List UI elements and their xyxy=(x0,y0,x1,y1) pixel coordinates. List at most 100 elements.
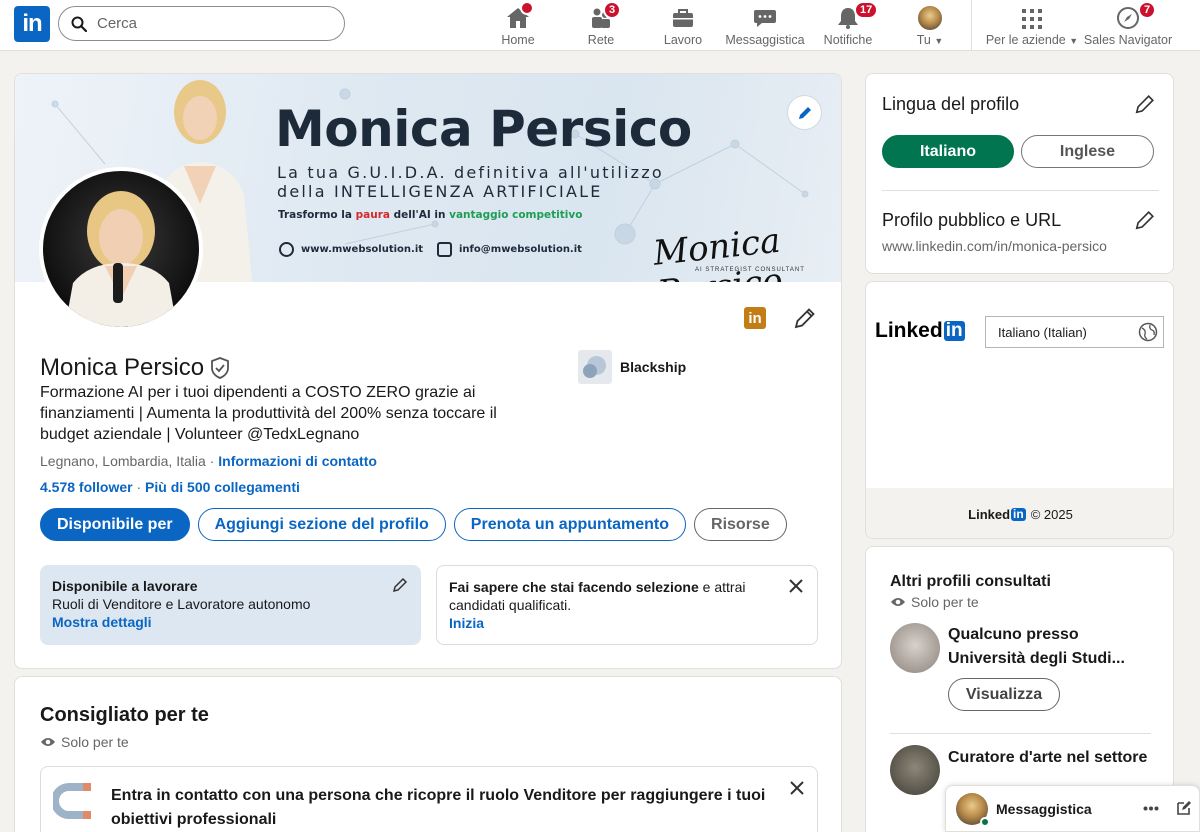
close-icon[interactable] xyxy=(790,781,804,795)
language-select[interactable]: Italiano (Italian) xyxy=(985,316,1164,348)
compose-icon[interactable] xyxy=(1176,800,1192,816)
open-to-work-roles: Ruoli di Venditore e Lavoratore autonomo xyxy=(52,596,311,612)
messaging-overlay[interactable]: Messaggistica xyxy=(945,785,1200,832)
search-bar[interactable] xyxy=(58,6,345,41)
nav-messaging[interactable]: Messaggistica xyxy=(723,3,807,48)
footer-linked: Linked xyxy=(968,506,1011,522)
compass-icon xyxy=(1117,7,1139,29)
pencil-icon[interactable] xyxy=(1134,209,1156,231)
pencil-icon xyxy=(794,308,815,329)
pencil-icon xyxy=(798,106,811,119)
public-profile-title: Profilo pubblico e URL xyxy=(882,210,1062,230)
person-avatar[interactable] xyxy=(890,745,940,795)
linkedin-learning-icon[interactable]: in xyxy=(744,307,766,329)
other-profiles-title: Altri profili consultati xyxy=(890,573,1051,590)
company-logo xyxy=(578,350,612,384)
top-nav: in Home 3 Rete Lavoro Messaggistica 1 xyxy=(0,0,1200,51)
other-profiles-sub-row: Solo per te xyxy=(890,594,979,610)
edit-banner-button[interactable] xyxy=(788,96,821,129)
footer-copyright: © 2025 xyxy=(1030,506,1073,522)
connections-separator: · xyxy=(132,479,146,495)
linkedin-logo-icon[interactable]: in xyxy=(14,6,50,42)
current-company[interactable]: Blackship xyxy=(578,350,686,384)
avatar-portrait xyxy=(65,191,177,327)
divider xyxy=(882,190,1159,191)
person-name[interactable]: Qualcuno presso Università degli Studi..… xyxy=(948,623,1153,671)
banner-sub-b: paura xyxy=(355,209,390,221)
person-avatar[interactable] xyxy=(890,623,940,673)
banner-signature-sub: AI STRATEGIST CONSULTANT xyxy=(695,267,805,273)
profile-name: Monica Persico xyxy=(40,354,205,381)
contact-info-link[interactable]: Informazioni di contatto xyxy=(218,453,377,469)
globe-icon xyxy=(1138,322,1158,342)
nav-jobs[interactable]: Lavoro xyxy=(662,3,704,48)
more-options-icon[interactable] xyxy=(1143,806,1159,811)
nav-me-label: Tu xyxy=(916,33,931,47)
connections-link[interactable]: Più di 500 collegamenti xyxy=(145,479,300,495)
profile-language-title: Lingua del profilo xyxy=(882,94,1020,114)
followers-link[interactable]: 4.578 follower xyxy=(40,479,133,495)
banner-email: info@mwebsolution.it xyxy=(437,242,582,257)
chat-icon xyxy=(754,10,776,27)
pencil-icon[interactable] xyxy=(392,577,408,593)
nav-network[interactable]: 3 Rete xyxy=(586,1,622,48)
banner-subtitle: Trasformo la paura dell'AI in vantaggio … xyxy=(278,209,582,221)
location-separator: · xyxy=(205,453,219,469)
recommended-title: Consigliato per te xyxy=(40,704,209,726)
nav-me[interactable]: Tu ▼ xyxy=(913,3,947,48)
public-profile-url: www.linkedin.com/in/monica-persico xyxy=(882,238,1107,254)
resources-button[interactable]: Risorse xyxy=(694,508,787,541)
eye-icon xyxy=(41,738,55,746)
nav-sales-navigator[interactable]: 7 Sales Navigator xyxy=(1082,1,1174,48)
nav-business-label: Per le aziende xyxy=(985,33,1066,47)
profile-connections-row: 4.578 follower · Più di 500 collegamenti xyxy=(40,479,300,495)
profile-actions: Disponibile per Aggiungi sezione del pro… xyxy=(40,508,787,541)
language-italian-button[interactable]: Italiano xyxy=(882,135,1014,168)
divider xyxy=(890,733,1151,734)
book-appointment-button[interactable]: Prenota un appuntamento xyxy=(453,508,687,541)
nav-business-label-wrap: Per le aziende ▼ xyxy=(986,33,1078,47)
banner-website-text: www.mwebsolution.it xyxy=(301,244,424,255)
recommended-sub-row: Solo per te xyxy=(40,734,129,750)
other-profiles-sub: Solo per te xyxy=(911,594,979,610)
profile-name-wrap: Monica Persico xyxy=(40,354,230,382)
nav-avatar xyxy=(918,6,942,30)
pencil-icon[interactable] xyxy=(1134,93,1156,115)
profile-settings-card: Lingua del profilo Italiano Inglese Prof… xyxy=(865,73,1174,274)
home-notification-dot xyxy=(520,1,534,15)
footer-in: in xyxy=(1011,506,1026,521)
company-name: Blackship xyxy=(620,359,687,375)
nav-home[interactable]: Home xyxy=(500,1,536,48)
messaging-title: Messaggistica xyxy=(996,801,1092,817)
notifications-badge: 17 xyxy=(854,1,879,19)
person-name[interactable]: Curatore d'arte nel settore xyxy=(948,746,1153,770)
close-icon[interactable] xyxy=(789,579,803,593)
banner-sub-c: dell'AI in xyxy=(389,209,450,221)
nav-messaging-label: Messaggistica xyxy=(725,33,805,47)
profile-location-row: Legnano, Lombardia, Italia · Informazion… xyxy=(40,453,377,469)
nav-for-business[interactable]: Per le aziende ▼ xyxy=(984,3,1080,48)
banner-name: Monica Persico xyxy=(275,100,692,158)
banner-email-text: info@mwebsolution.it xyxy=(459,244,582,255)
banner-tagline-1: La tua G.U.I.D.A. definitiva all'utilizz… xyxy=(277,163,664,182)
start-hiring-link[interactable]: Inizia xyxy=(449,615,484,631)
language-english-button[interactable]: Inglese xyxy=(1021,135,1154,168)
open-to-work-box: Disponibile a lavorare Ruoli di Venditor… xyxy=(40,565,421,645)
recommended-sub: Solo per te xyxy=(61,734,129,750)
nav-notifications[interactable]: 17 Notifiche xyxy=(820,1,879,48)
open-to-button[interactable]: Disponibile per xyxy=(40,508,190,541)
verified-shield-icon[interactable] xyxy=(210,357,230,379)
nav-sales-label: Sales Navigator xyxy=(1083,33,1173,47)
recommendation-item[interactable]: Entra in contatto con una persona che ri… xyxy=(40,766,818,832)
edit-intro-button[interactable] xyxy=(793,306,817,335)
profile-card: Monica Persico La tua G.U.I.D.A. definit… xyxy=(14,73,842,669)
banner-sub-d: vantaggio competitivo xyxy=(449,209,583,221)
add-profile-section-button[interactable]: Aggiungi sezione del profilo xyxy=(197,508,446,541)
nav-divider xyxy=(971,0,972,51)
nav-me-label-wrap: Tu ▼ xyxy=(917,33,944,47)
show-details-link[interactable]: Mostra dettagli xyxy=(52,614,152,630)
open-to-work-title: Disponibile a lavorare xyxy=(52,578,198,594)
search-input[interactable] xyxy=(97,15,317,32)
view-profile-button[interactable]: Visualizza xyxy=(948,678,1060,711)
profile-avatar[interactable] xyxy=(39,167,203,331)
